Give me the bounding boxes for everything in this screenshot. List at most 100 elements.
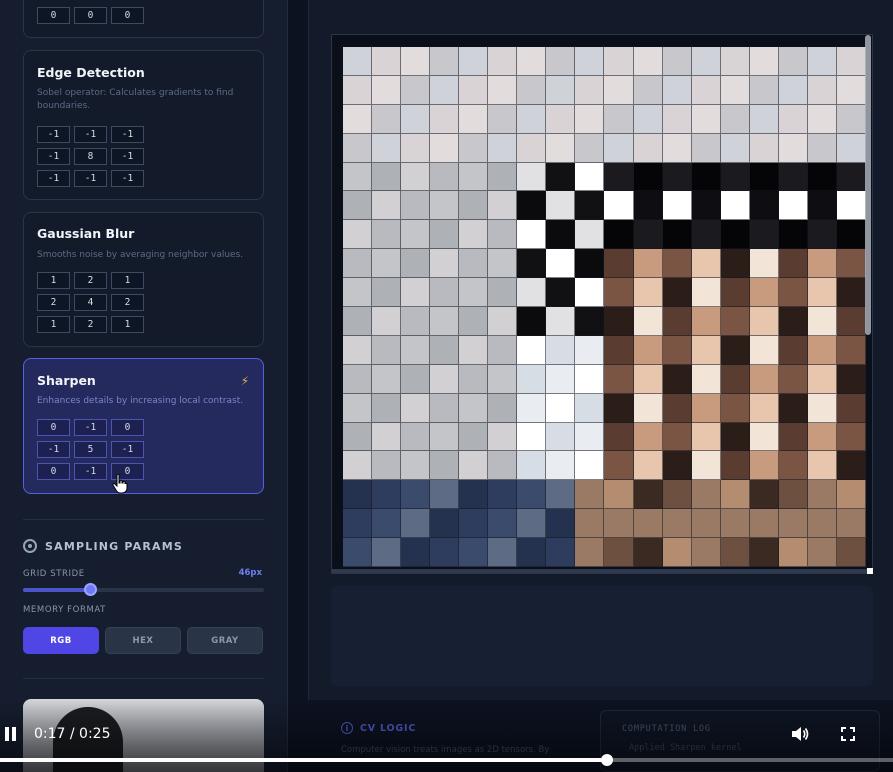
kernel-cell: -1 [37,126,70,143]
pixel-cell [546,104,576,134]
kernel-cell: 2 [111,294,144,311]
pixel-cell [430,364,460,394]
pixel-cell [575,422,605,452]
pixel-cell [633,364,663,394]
pixel-cell [343,451,373,481]
kernel-cell: -1 [37,148,70,165]
pixel-cell [372,422,402,452]
horizontal-scrollbar[interactable] [332,569,872,573]
pixel-cell [778,249,808,279]
hand-cursor-icon [112,474,128,494]
fullscreen-icon[interactable] [841,727,855,741]
pixel-cell [517,278,547,307]
pixel-cell [575,191,605,221]
pixel-cell [372,47,402,76]
pixel-cell [720,335,750,365]
filter-card-previous[interactable]: 0 0 0 [23,0,264,38]
pixel-cell [488,538,518,567]
pixel-cell [459,364,489,394]
video-progress-bar[interactable] [0,754,893,766]
pixel-cell [720,162,750,192]
pixel-cell [459,104,489,134]
format-rgb-button[interactable]: RGB [23,627,99,654]
pixel-cell [459,307,489,336]
kernel-cell: 5 [74,441,107,458]
grid-stride-slider[interactable] [23,583,264,596]
filter-card-edge-detection[interactable]: Edge Detection Sobel operator: Calculate… [23,50,264,200]
pixel-cell [372,307,402,336]
pixel-cell [430,249,460,279]
pixel-cell [343,480,373,510]
pixel-cell [372,335,402,365]
kernel-grid: 1 2 1 2 4 2 1 2 1 [37,272,144,333]
pixel-cell [662,191,692,221]
pixel-cell [401,278,431,307]
slider-thumb[interactable] [84,583,98,596]
pixel-cell [401,249,431,279]
pixel-cell [836,393,866,423]
pixel-cell [372,364,402,394]
pixel-cell [546,393,576,423]
pixel-cell [372,538,402,567]
resize-handle[interactable] [867,568,873,574]
filter-card-sharpen[interactable]: Sharpen ⚡ Enhances details by increasing… [23,358,264,494]
pixel-cell [720,393,750,423]
pixel-cell [604,278,634,307]
kernel-cell: -1 [111,170,144,187]
pixel-cell [372,104,402,134]
pixel-cell [633,75,663,105]
pixel-cell [662,509,692,539]
pixel-cell [836,75,866,105]
pixel-cell [575,393,605,423]
filter-description: Sobel operator: Calculates gradients to … [37,88,234,111]
pixel-cell [430,480,460,510]
pixel-cell [662,162,692,192]
pixel-cell [517,393,547,423]
filter-title: Edge Detection [37,65,145,80]
pixel-cell [517,133,547,163]
pixel-cell [401,220,431,250]
pixel-cell [662,278,692,307]
pixel-cell [778,278,808,307]
vertical-scrollbar[interactable] [865,35,871,335]
pixel-cell [343,422,373,452]
pixel-cell [575,47,605,76]
pixel-cell [633,162,663,192]
pixel-cell [488,480,518,510]
pixel-cell [633,451,663,481]
pixel-cell [749,538,779,567]
format-hex-button[interactable]: HEX [105,627,181,654]
pixel-cell [749,393,779,423]
pixel-cell [459,480,489,510]
pixel-cell [546,249,576,279]
pixel-cell [691,307,721,336]
pixel-cell [459,335,489,365]
pixel-cell [372,509,402,539]
pixel-cell [546,509,576,539]
pixel-cell [662,393,692,423]
pixel-cell [343,278,373,307]
kernel-cell: 0 [37,7,70,24]
sidebar: 0 0 0 Edge Detection Sobel operator: Cal… [0,0,288,772]
pixel-cell [662,335,692,365]
pixel-cell [343,364,373,394]
pixel-cell [720,104,750,134]
pixel-cell [807,393,837,423]
pixel-cell [807,480,837,510]
filter-card-gaussian-blur[interactable]: Gaussian Blur Smooths noise by averaging… [23,212,264,347]
pixel-cell [749,220,779,250]
pixel-cell [430,278,460,307]
pixel-cell [575,480,605,510]
pixel-cell [430,162,460,192]
pixel-cell [546,335,576,365]
pixel-cell [836,364,866,394]
pixel-cell [343,307,373,336]
pixel-canvas[interactable] [331,34,873,574]
pause-icon[interactable] [5,727,17,741]
pixel-grid [343,47,866,567]
pixel-cell [749,104,779,134]
pixel-cell [401,75,431,105]
pixel-cell [749,451,779,481]
volume-icon[interactable] [791,726,809,742]
format-gray-button[interactable]: GRAY [187,627,263,654]
